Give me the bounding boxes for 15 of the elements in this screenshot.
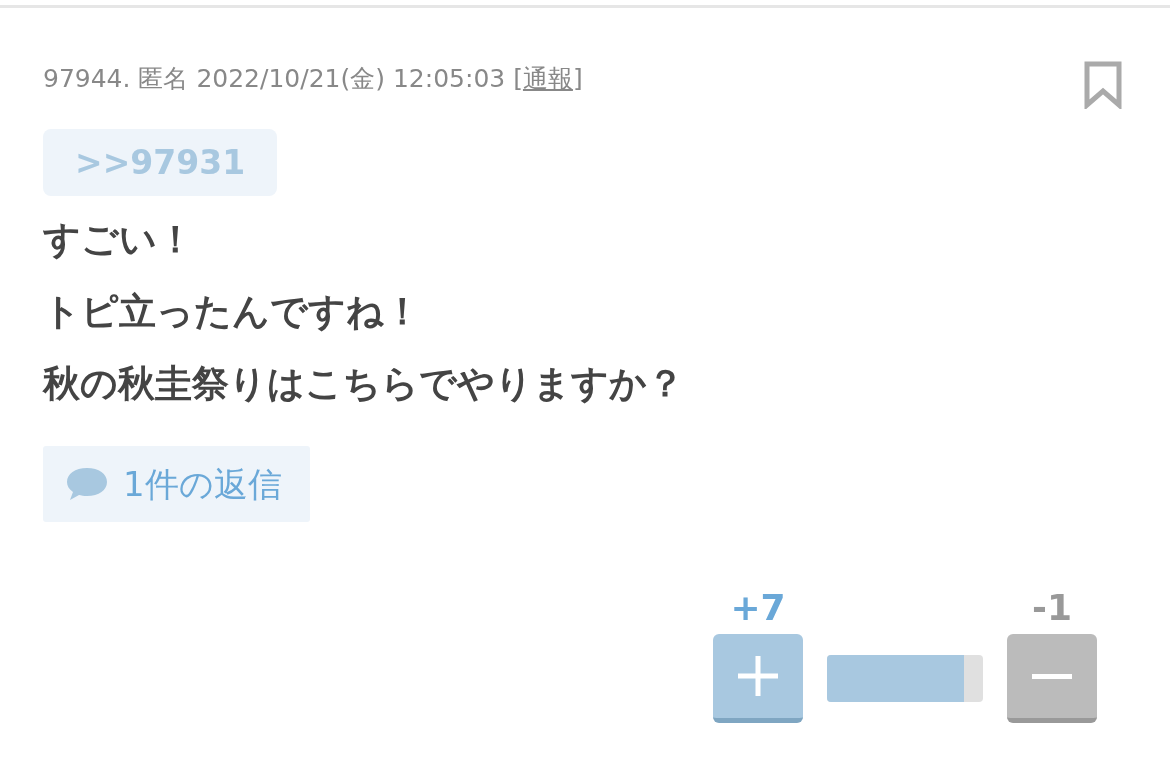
minus-icon [1032,673,1072,679]
plus-icon [736,654,780,698]
post-text: 秋の秋圭祭りはこちらでやりますか？ [43,361,685,407]
minus-count: -1 [1032,588,1072,628]
speech-bubble-icon [65,466,109,502]
minus-button[interactable] [1007,634,1097,723]
post-meta: 97944. 匿名 2022/10/21(金) 12:05:03 [通報] [43,63,583,95]
plus-count: +7 [730,588,786,628]
plus-button[interactable] [713,634,803,723]
post-text: すごい！ [43,217,195,263]
bookmark-icon[interactable] [1084,61,1122,109]
report-link[interactable]: 通報 [522,64,573,93]
replies-button[interactable]: 1件の返信 [43,446,310,522]
post-text: トピ立ったんですね！ [43,289,422,335]
anchor-link[interactable]: >>97931 [43,129,278,196]
